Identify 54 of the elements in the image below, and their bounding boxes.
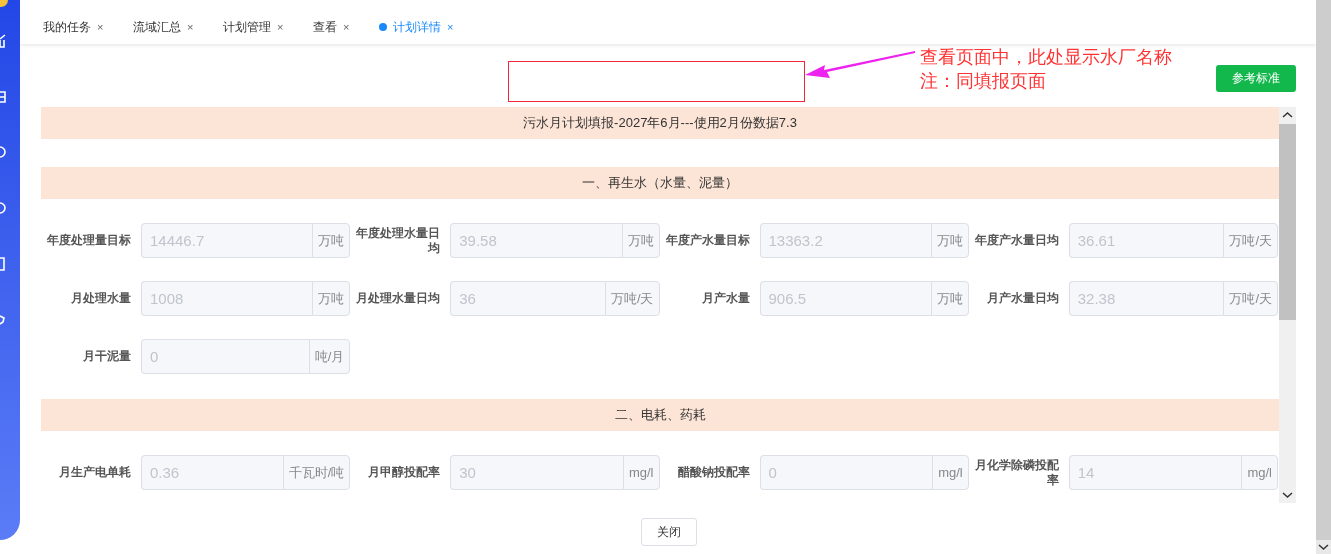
unit-label: 万吨 [312,223,351,258]
unit-label: 万吨 [930,223,969,258]
nav-icon[interactable] [0,32,7,48]
unit-label: 万吨 [621,223,660,258]
unit-label: mg/l [932,455,969,490]
reference-standard-button[interactable]: 参考标准 [1216,65,1296,92]
scroll-thumb[interactable] [1279,124,1296,320]
unit-label: 吨/月 [308,339,351,374]
nav-icon[interactable] [0,200,7,216]
nav-icon[interactable] [0,312,7,328]
field-label: 月生产电单耗 [58,465,132,480]
unit-label: 万吨/天 [1223,223,1278,258]
section-header: 二、电耗、药耗 [41,399,1279,431]
unit-label: mg/l [1241,455,1278,490]
tab[interactable]: 流域汇总 × [123,10,205,44]
unit-label: mg/l [622,455,660,490]
close-icon[interactable]: × [187,21,195,33]
close-icon[interactable]: × [343,21,351,33]
field-label: 月干泥量 [82,349,132,364]
tab[interactable]: 我的任务 × [33,10,115,44]
field-label: 年度处理水量日均 [355,225,442,256]
logo-icon [0,0,8,7]
unit-label: 万吨 [930,281,969,316]
close-icon[interactable]: × [97,21,105,33]
section-header: 一、再生水（水量、泥量） [41,167,1279,199]
close-icon[interactable]: × [447,21,455,33]
unit-label: 万吨/天 [604,281,660,316]
field-label: 月化学除磷投配率 [973,457,1060,488]
tab[interactable]: 计划管理 × [213,10,295,44]
field-label: 年度处理量目标 [46,233,132,248]
nav-icon[interactable] [0,144,7,160]
field-label: 月产水量日均 [985,291,1060,306]
field-label: 月甲醇投配率 [367,465,442,480]
nav-icon[interactable] [0,256,7,272]
tab[interactable]: 计划详情 × [369,10,465,44]
unit-label: 千瓦时/吨 [282,455,351,490]
tab[interactable]: 查看 × [303,10,361,44]
field-label: 月处理水量 [70,291,132,306]
field-label: 月处理水量日均 [355,291,442,306]
close-button[interactable]: 关闭 [640,518,697,546]
field-label: 醋酸钠投配率 [676,465,751,480]
active-dot-icon [379,23,387,31]
field-label: 年度产水量目标 [664,233,751,248]
field-label: 月产水量 [700,291,751,306]
close-icon[interactable]: × [277,21,285,33]
page-scrollbar[interactable] [1316,0,1331,540]
form-title: 污水月计划填报-2027年6月---使用2月份数据7.3 [41,107,1279,139]
unit-label: 万吨 [312,281,351,316]
field-label: 年度产水量日均 [973,233,1060,248]
annotation-text: 查看页面中，此处显示水厂名称 [920,46,1172,69]
scrollbar[interactable] [1279,107,1296,503]
annotation-text: 注：同填报页面 [920,70,1047,93]
nav-icon[interactable] [0,88,7,104]
unit-label: 万吨/天 [1223,281,1278,316]
